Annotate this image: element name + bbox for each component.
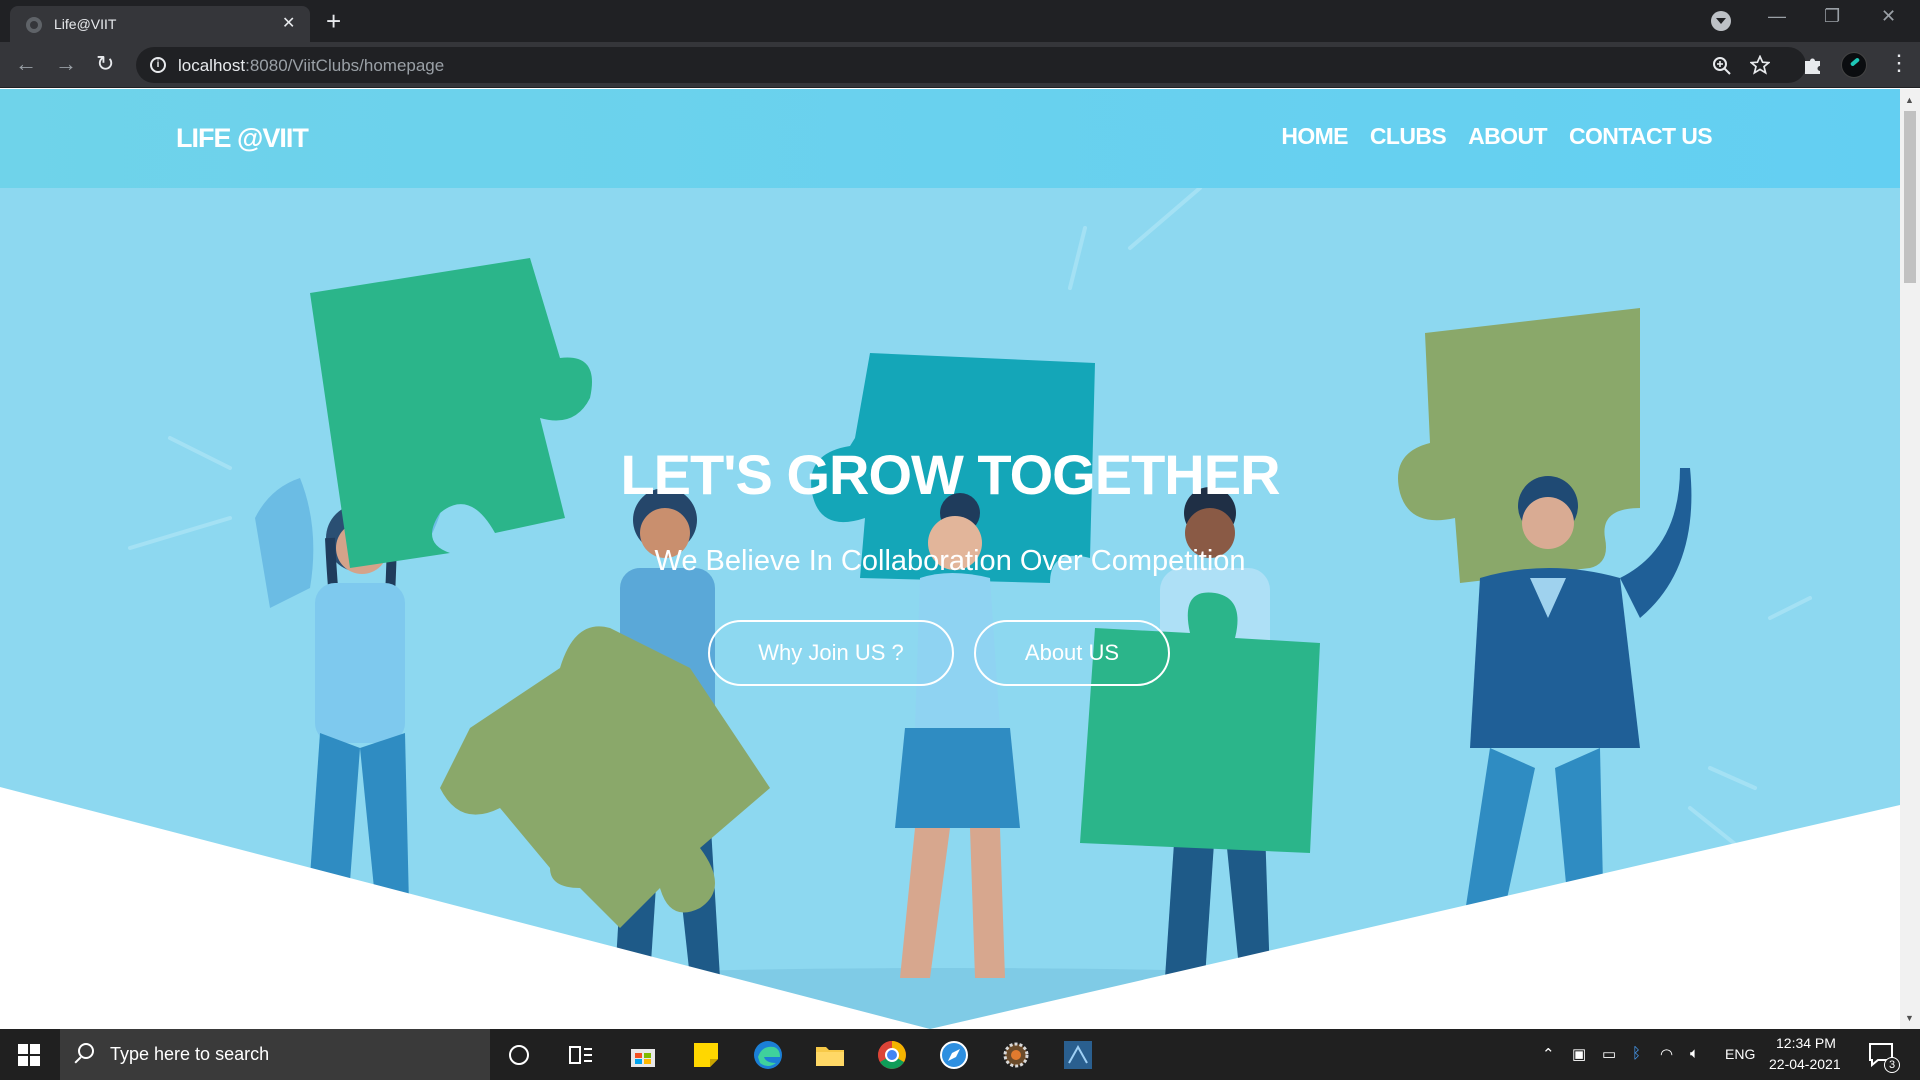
compass-app-icon[interactable]: [936, 1037, 972, 1073]
tab-search-icon[interactable]: [1711, 11, 1731, 31]
scroll-up-icon[interactable]: ▲: [1905, 95, 1914, 105]
chrome-icon[interactable]: [874, 1037, 910, 1073]
minimize-button[interactable]: —: [1768, 6, 1786, 27]
hero-section: LIFE @VIIT HOME CLUBS ABOUT CONTACT US L…: [0, 89, 1900, 1029]
windows-start-icon[interactable]: [18, 1044, 40, 1066]
notification-count-badge: 3: [1884, 1057, 1900, 1073]
search-icon: [78, 1043, 94, 1059]
volume-icon[interactable]: 🔈︎: [1690, 1045, 1699, 1062]
browser-tab-strip: Life@VIIT ✕ + — ❐ ✕: [0, 0, 1920, 42]
file-explorer-icon[interactable]: [812, 1037, 848, 1073]
close-window-button[interactable]: ✕: [1881, 6, 1896, 27]
forward-button[interactable]: →: [55, 51, 77, 77]
meet-now-icon[interactable]: ▣: [1572, 1045, 1586, 1063]
new-tab-button[interactable]: +: [326, 7, 341, 35]
clock-date[interactable]: 22-04-2021: [1769, 1056, 1841, 1072]
puzzle-icon[interactable]: [1802, 54, 1824, 76]
wifi-icon[interactable]: ◠: [1660, 1045, 1673, 1063]
page-viewport: LIFE @VIIT HOME CLUBS ABOUT CONTACT US L…: [0, 89, 1900, 1029]
restore-button[interactable]: ❐: [1824, 6, 1840, 27]
battery-icon[interactable]: ▭: [1602, 1045, 1616, 1063]
page-scrollbar[interactable]: ▲ ▼: [1900, 89, 1920, 1029]
back-button[interactable]: ←: [15, 51, 37, 77]
edge-icon[interactable]: [750, 1037, 786, 1073]
browser-toolbar: ← → ↻ i localhost:8080/ViitClubs/homepag…: [0, 42, 1920, 88]
globe-icon: [26, 17, 42, 33]
windows-taskbar: Type here to search ⌃ ▣ ▭ ᛒ ◠ 🔈︎ ENG 12:…: [0, 1029, 1920, 1080]
tab-close-button[interactable]: ✕: [282, 15, 295, 33]
scroll-thumb[interactable]: [1904, 111, 1916, 283]
gear-app-icon[interactable]: [998, 1037, 1034, 1073]
input-language[interactable]: ENG: [1725, 1046, 1755, 1062]
bluetooth-icon[interactable]: ᛒ: [1632, 1045, 1641, 1062]
taskbar-search-placeholder: Type here to search: [110, 1044, 270, 1064]
zoom-icon[interactable]: [1712, 56, 1732, 76]
clock-time[interactable]: 12:34 PM: [1776, 1035, 1836, 1051]
ide-app-icon[interactable]: [1060, 1037, 1096, 1073]
task-view-icon[interactable]: [562, 1037, 598, 1073]
cortana-icon[interactable]: [509, 1045, 529, 1065]
url-host: localhost: [178, 56, 246, 75]
tab-title: Life@VIIT: [54, 16, 117, 32]
taskbar-search-box[interactable]: Type here to search: [60, 1029, 490, 1080]
store-icon[interactable]: [625, 1037, 661, 1073]
url-path: :8080/ViitClubs/homepage: [245, 56, 445, 75]
url-text[interactable]: localhost:8080/ViitClubs/homepage: [178, 56, 444, 76]
reload-button[interactable]: ↻: [96, 51, 114, 77]
profile-avatar[interactable]: [1841, 52, 1867, 78]
address-bar[interactable]: i localhost:8080/ViitClubs/homepage: [136, 47, 1806, 83]
browser-menu-button[interactable]: ⋮: [1888, 50, 1910, 76]
star-icon[interactable]: [1750, 55, 1770, 75]
scroll-down-icon[interactable]: ▼: [1905, 1013, 1914, 1023]
hero-bottom-divider: [0, 787, 1900, 1029]
show-hidden-icons-icon[interactable]: ⌃: [1542, 1045, 1555, 1063]
info-icon[interactable]: i: [150, 57, 166, 73]
browser-tab[interactable]: Life@VIIT ✕: [10, 6, 310, 42]
sticky-notes-icon[interactable]: [688, 1037, 724, 1073]
